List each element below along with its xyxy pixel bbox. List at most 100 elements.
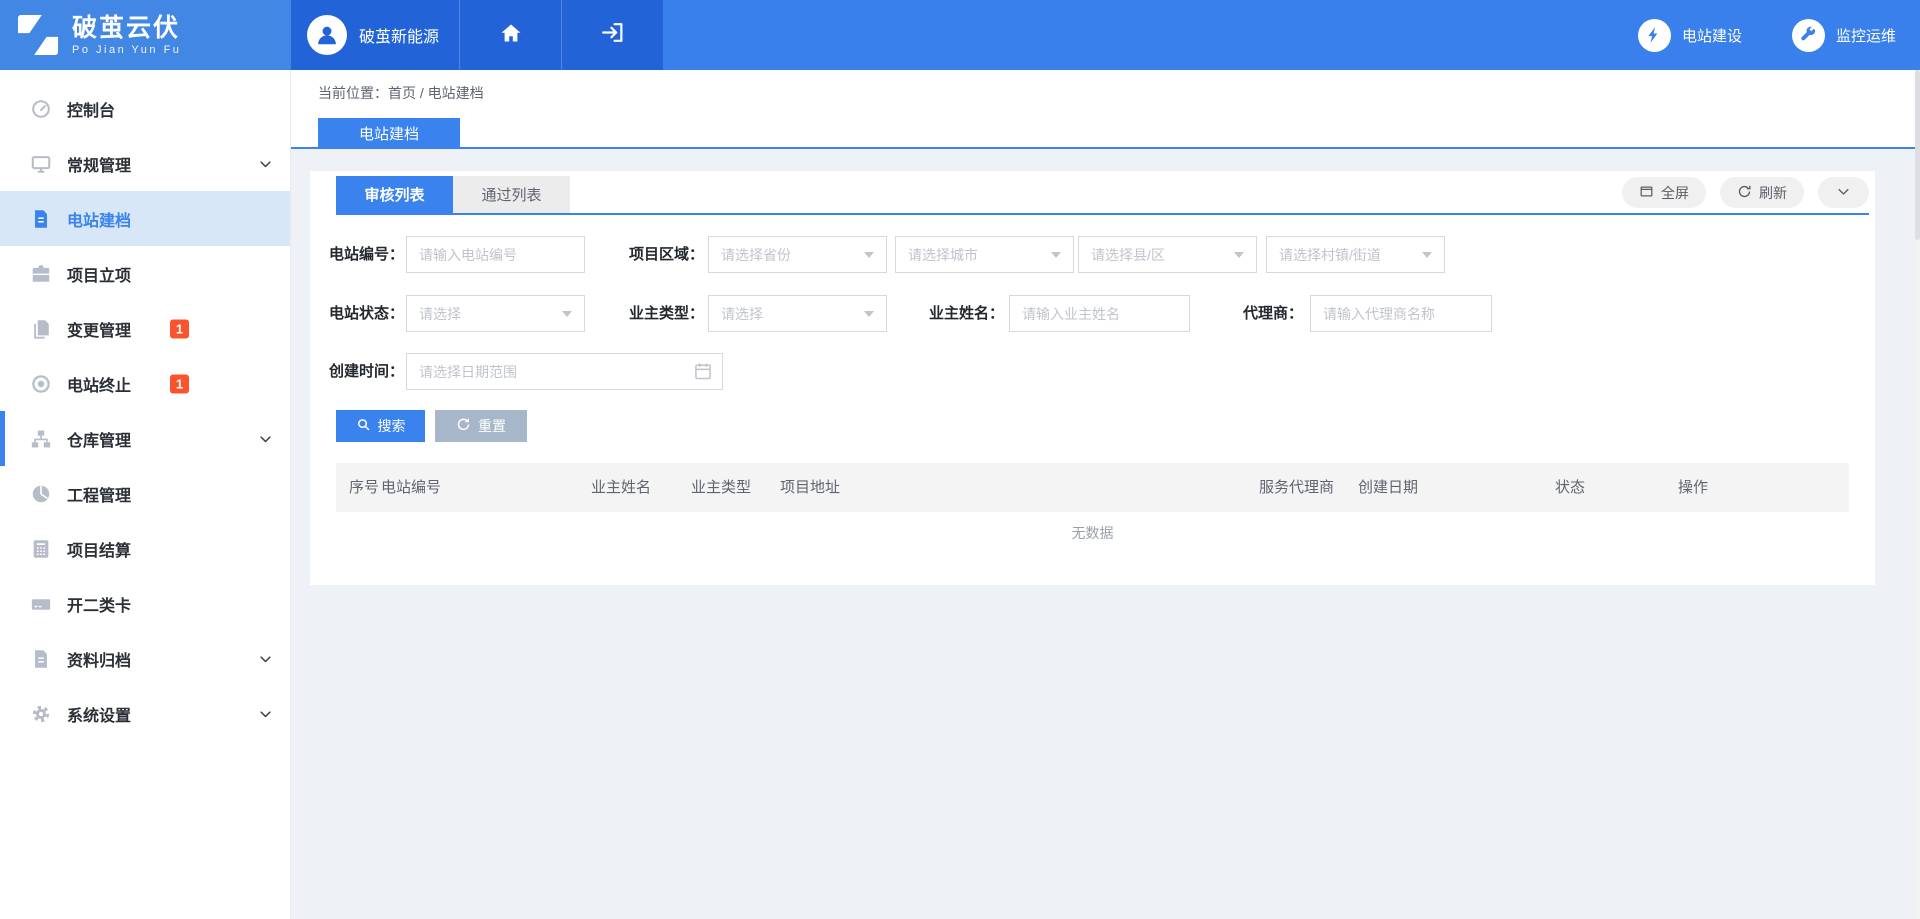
module-station-build[interactable]: 电站建设 <box>1638 19 1742 52</box>
chevron-down-icon <box>258 651 273 666</box>
sidebar-item-label: 工程管理 <box>67 482 131 506</box>
content: 审核列表 通过列表 全屏 刷新 <box>291 151 1920 919</box>
county-select[interactable]: 请选择县/区 <box>1078 236 1257 273</box>
sidebar-item-warehouse-mgmt[interactable]: 仓库管理 <box>0 411 290 466</box>
county-placeholder: 请选择县/区 <box>1091 245 1165 265</box>
chevron-down-icon <box>1836 184 1851 202</box>
village-placeholder: 请选择村镇/街道 <box>1279 245 1381 265</box>
scrollbar-thumb[interactable] <box>1915 70 1920 240</box>
refresh-label: 刷新 <box>1759 183 1787 203</box>
owner-type-label: 业主类型： <box>610 295 704 332</box>
sidebar-item-project-initiation[interactable]: 项目立项 <box>0 246 290 301</box>
station-status-select[interactable]: 请选择 <box>406 295 585 332</box>
reset-button[interactable]: 重置 <box>435 410 527 442</box>
breadcrumb-prefix: 当前位置： <box>318 85 388 101</box>
sidebar-item-console[interactable]: 控制台 <box>0 81 290 136</box>
date-range-input[interactable] <box>406 353 723 390</box>
sidebar-item-type2-card[interactable]: 开二类卡 <box>0 576 290 631</box>
sidebar-item-change-mgmt[interactable]: 变更管理 1 <box>0 301 290 356</box>
sidebar-item-label: 项目立项 <box>67 262 131 286</box>
app-title: 破茧云伏 <box>72 15 181 42</box>
logout-icon <box>600 20 625 50</box>
module-label: 电站建设 <box>1682 25 1742 46</box>
village-select[interactable]: 请选择村镇/街道 <box>1266 236 1445 273</box>
table-header-cell: 业主类型 <box>691 463 751 512</box>
sidebar-item-data-archive[interactable]: 资料归档 <box>0 631 290 686</box>
app-subtitle: Po Jian Yun Fu <box>72 44 181 56</box>
chevron-down-icon <box>258 706 273 721</box>
page-tab-station-archive[interactable]: 电站建档 <box>318 118 460 149</box>
agent-input[interactable] <box>1310 295 1492 332</box>
fullscreen-label: 全屏 <box>1661 183 1689 203</box>
reset-label: 重置 <box>478 416 506 436</box>
sidebar-item-engineering-mgmt[interactable]: 工程管理 <box>0 466 290 521</box>
lightning-icon <box>1638 19 1671 52</box>
calculator-icon <box>30 538 52 560</box>
owner-name-label: 业主姓名： <box>910 295 1004 332</box>
module-monitor-ops[interactable]: 监控运维 <box>1792 19 1896 52</box>
page-scrollbar[interactable] <box>1915 70 1920 919</box>
search-label: 搜索 <box>378 416 406 436</box>
sidebar-item-station-archive[interactable]: 电站建档 <box>0 191 290 246</box>
sidebar-item-label: 仓库管理 <box>67 427 131 451</box>
tab-passed-list[interactable]: 通过列表 <box>453 176 570 213</box>
copy-file-icon <box>30 318 52 340</box>
owner-name-input[interactable] <box>1009 295 1190 332</box>
panel-card: 审核列表 通过列表 全屏 刷新 <box>310 171 1875 585</box>
home-button[interactable] <box>459 0 561 70</box>
sidebar: 控制台 常规管理 电站建档 项目立项 <box>0 70 291 919</box>
fullscreen-icon <box>1639 184 1654 202</box>
briefcase-icon <box>30 263 52 285</box>
station-no-input[interactable] <box>406 236 585 273</box>
status-placeholder: 请选择 <box>419 304 461 324</box>
gear-icon <box>30 703 52 725</box>
created-time-label: 创建时间： <box>310 353 404 390</box>
breadcrumb-path[interactable]: 首页 / 电站建档 <box>388 85 484 101</box>
logo: 破茧云伏 Po Jian Yun Fu <box>0 0 291 70</box>
empty-state-text: 无数据 <box>310 523 1875 543</box>
city-select[interactable]: 请选择城市 <box>895 236 1074 273</box>
module-label: 监控运维 <box>1836 25 1896 46</box>
sidebar-item-label: 开二类卡 <box>67 592 131 616</box>
station-status-label: 电站状态： <box>310 295 404 332</box>
sitemap-icon <box>30 428 52 450</box>
table-header-cell: 操作 <box>1678 463 1708 512</box>
caret-down-icon <box>1234 252 1244 258</box>
user-menu[interactable]: 破茧新能源 <box>291 0 459 70</box>
tab-review-list[interactable]: 审核列表 <box>336 176 453 213</box>
reset-icon <box>456 417 471 435</box>
sidebar-item-general-mgmt[interactable]: 常规管理 <box>0 136 290 191</box>
owner-type-placeholder: 请选择 <box>721 304 763 324</box>
app-screen: 破茧云伏 Po Jian Yun Fu 破茧新能源 <box>0 0 1920 919</box>
station-no-label: 电站编号： <box>310 236 404 273</box>
caret-down-icon <box>1051 252 1061 258</box>
refresh-button[interactable]: 刷新 <box>1720 177 1804 208</box>
sidebar-item-station-termination[interactable]: 电站终止 1 <box>0 356 290 411</box>
breadcrumb-bar: 当前位置：首页 / 电站建档 电站建档 <box>291 70 1920 149</box>
table-header-cell: 状态 <box>1555 463 1585 512</box>
region-label: 项目区域： <box>610 236 704 273</box>
owner-type-select[interactable]: 请选择 <box>708 295 887 332</box>
sidebar-item-system-settings[interactable]: 系统设置 <box>0 686 290 741</box>
tab-underline <box>336 213 1869 215</box>
sidebar-item-project-settlement[interactable]: 项目结算 <box>0 521 290 576</box>
logout-button[interactable] <box>561 0 663 70</box>
dashboard-icon <box>30 98 52 120</box>
collapse-panel-button[interactable] <box>1818 177 1869 208</box>
search-button[interactable]: 搜索 <box>336 410 425 442</box>
sidebar-item-label: 常规管理 <box>67 152 131 176</box>
date-range-picker[interactable] <box>406 353 723 390</box>
province-select[interactable]: 请选择省份 <box>708 236 887 273</box>
main-area: 当前位置：首页 / 电站建档 电站建档 审核列表 通过列表 全屏 <box>291 70 1920 919</box>
record-circle-icon <box>30 373 52 395</box>
topbar-modules: 电站建设 监控运维 <box>1638 0 1920 70</box>
refresh-icon <box>1737 184 1752 202</box>
caret-down-icon <box>562 311 572 317</box>
fullscreen-button[interactable]: 全屏 <box>1622 177 1706 208</box>
sidebar-item-label: 电站终止 <box>67 372 131 396</box>
table-header-cell: 创建日期 <box>1358 463 1418 512</box>
province-placeholder: 请选择省份 <box>721 245 791 265</box>
table-header: 序号 电站编号 业主姓名 业主类型 项目地址 服务代理商 创建日期 状态 操作 <box>336 463 1849 512</box>
breadcrumb: 当前位置：首页 / 电站建档 <box>318 83 484 103</box>
archive-file-icon <box>30 648 52 670</box>
